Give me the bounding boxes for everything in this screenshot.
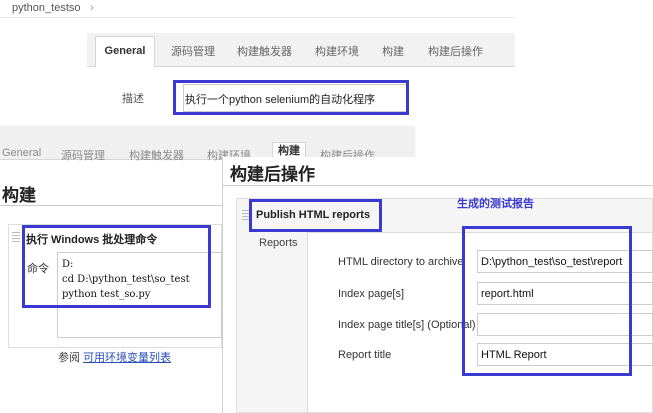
tab-post-build[interactable]: 构建后操作 [428, 43, 483, 59]
tab-source-code[interactable]: 源码管理 [171, 43, 215, 59]
tab-general[interactable]: General [2, 147, 41, 159]
breadcrumb-separator-icon: › [90, 2, 94, 14]
section-divider [0, 205, 222, 206]
publish-title-highlight-box [249, 199, 382, 232]
env-vars-prefix: 参阅 [58, 352, 80, 364]
report-title-label: Report title [338, 349, 392, 361]
config-tab-bar: General 源码管理 构建触发器 构建环境 构建 构建后操作 [87, 33, 515, 68]
test-report-annotation: 生成的测试报告 [457, 198, 534, 210]
index-page-titles-label: Index page title[s] (Optional) [338, 319, 476, 331]
reports-label: Reports [259, 237, 298, 249]
breadcrumb-job-link[interactable]: python_testso [12, 2, 81, 14]
description-highlight-box [173, 80, 409, 115]
drag-handle-icon[interactable] [12, 230, 20, 242]
index-pages-label: Index page[s] [338, 288, 405, 300]
tab-general[interactable]: General [95, 36, 155, 68]
tab-build-triggers[interactable]: 构建触发器 [129, 147, 184, 163]
section-divider [222, 185, 653, 186]
tab-source-code[interactable]: 源码管理 [61, 147, 105, 163]
report-fields-highlight-box [462, 226, 632, 376]
build-section-title: 构建 [2, 186, 36, 205]
command-highlight-box [22, 225, 211, 308]
tab-build-environment[interactable]: 构建环境 [315, 43, 359, 59]
env-vars-reference: 参阅 可用环境变量列表 [58, 349, 171, 365]
env-vars-link[interactable]: 可用环境变量列表 [83, 352, 171, 364]
description-label: 描述 [122, 93, 144, 105]
tab-build[interactable]: 构建 [382, 43, 404, 59]
post-build-section-title: 构建后操作 [230, 165, 315, 184]
html-directory-label: HTML directory to archive [338, 256, 464, 268]
tab-build-triggers[interactable]: 构建触发器 [237, 43, 292, 59]
